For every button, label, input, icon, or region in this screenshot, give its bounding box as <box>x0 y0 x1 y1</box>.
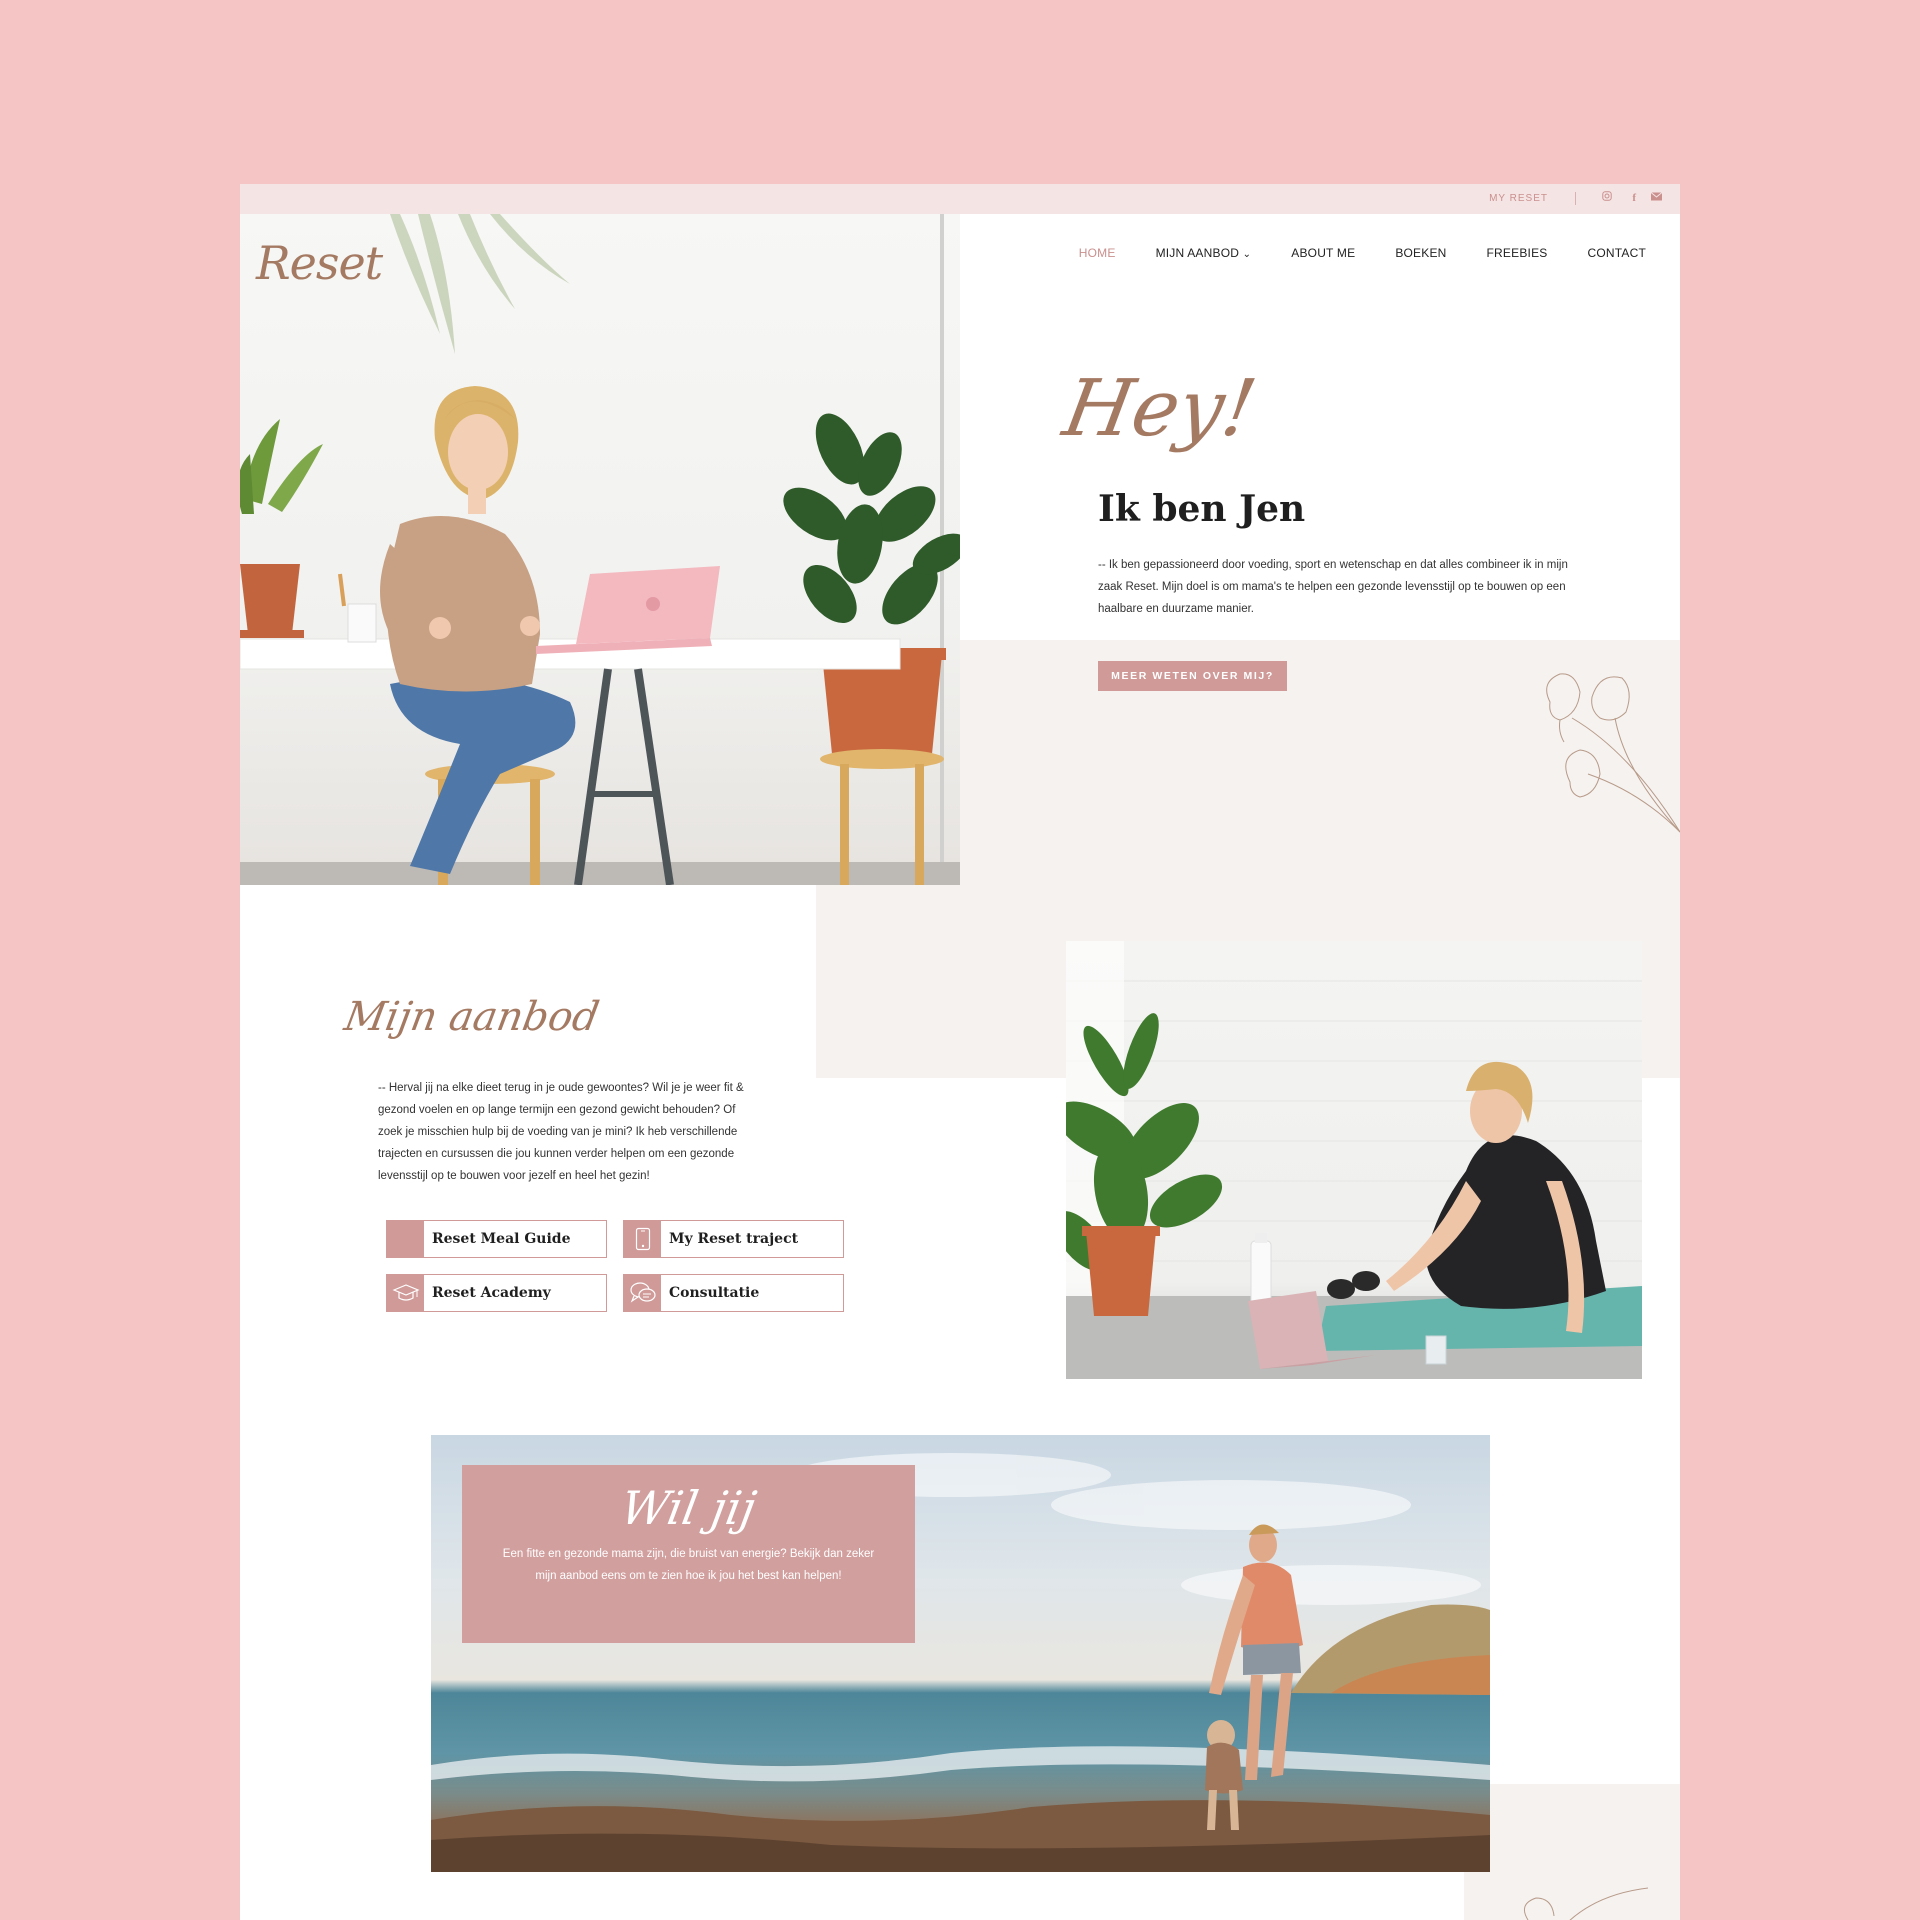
offer-label: My Reset traject <box>669 1231 799 1247</box>
hero-title: Ik ben Jen <box>1098 488 1306 530</box>
phone-icon <box>624 1221 661 1257</box>
nav-contact[interactable]: CONTACT <box>1587 246 1646 260</box>
aanbod-title: Mijn aanbod <box>340 994 603 1040</box>
instagram-icon[interactable] <box>1602 191 1612 205</box>
offer-label: Reset Academy <box>432 1285 551 1301</box>
offer-label: Reset Meal Guide <box>432 1231 571 1247</box>
offer-label: Consultatie <box>669 1285 760 1301</box>
nav-boeken[interactable]: BOEKEN <box>1395 246 1446 260</box>
website-frame: MY RESET f Reset HOME MIJN AANBOD ⌄ ABOU… <box>240 184 1680 1920</box>
blank-icon <box>387 1221 424 1257</box>
more-about-me-button[interactable]: MEER WETEN OVER MIJ? <box>1098 661 1287 691</box>
offer-reset-meal-guide[interactable]: Reset Meal Guide <box>386 1220 607 1258</box>
nav-freebies[interactable]: FREEBIES <box>1487 246 1548 260</box>
woman-on-yoga-mat-illustration <box>1066 941 1642 1379</box>
nav-mijn-aanbod-label: MIJN AANBOD <box>1155 246 1240 260</box>
chevron-down-icon: ⌄ <box>1242 249 1252 260</box>
nav-home[interactable]: HOME <box>1079 246 1116 260</box>
hero-photo: Reset <box>240 214 960 885</box>
offer-reset-academy[interactable]: Reset Academy <box>386 1274 607 1312</box>
aanbod-intro-text: -- Herval jij na elke dieet terug in je … <box>378 1082 744 1182</box>
offer-my-reset-traject[interactable]: My Reset traject <box>623 1220 844 1258</box>
offer-consultatie[interactable]: Consultatie <box>623 1274 844 1312</box>
graduation-cap-icon <box>387 1275 424 1311</box>
mail-icon[interactable] <box>1650 191 1663 205</box>
topbar-divider <box>1575 192 1576 205</box>
chat-bubbles-icon <box>624 1275 661 1311</box>
woman-at-desk-illustration <box>240 214 960 885</box>
wil-jij-card: Wil jij Een fitte en gezonde mama zijn, … <box>462 1465 915 1643</box>
hero-intro-text: -- Ik ben gepassioneerd door voeding, sp… <box>1098 559 1568 615</box>
wil-jij-text: Een fitte en gezonde mama zijn, die brui… <box>502 1548 875 1582</box>
flower-line-art-icon <box>1546 673 1680 833</box>
utility-bar: MY RESET f <box>240 184 1680 214</box>
flower-line-art-bottom-icon <box>1523 1887 1648 1920</box>
facebook-icon[interactable]: f <box>1632 191 1636 205</box>
wil-jij-title: Wil jij <box>616 1481 761 1535</box>
hero-greeting: Hey! <box>1057 364 1263 454</box>
nav-about-me[interactable]: ABOUT ME <box>1291 246 1355 260</box>
main-navigation: HOME MIJN AANBOD ⌄ ABOUT ME BOEKEN FREEB… <box>1079 246 1646 260</box>
fitness-photo <box>1066 941 1642 1379</box>
my-reset-link[interactable]: MY RESET <box>1489 193 1548 204</box>
site-logo[interactable]: Reset <box>256 236 383 290</box>
nav-mijn-aanbod[interactable]: MIJN AANBOD ⌄ <box>1156 246 1252 260</box>
